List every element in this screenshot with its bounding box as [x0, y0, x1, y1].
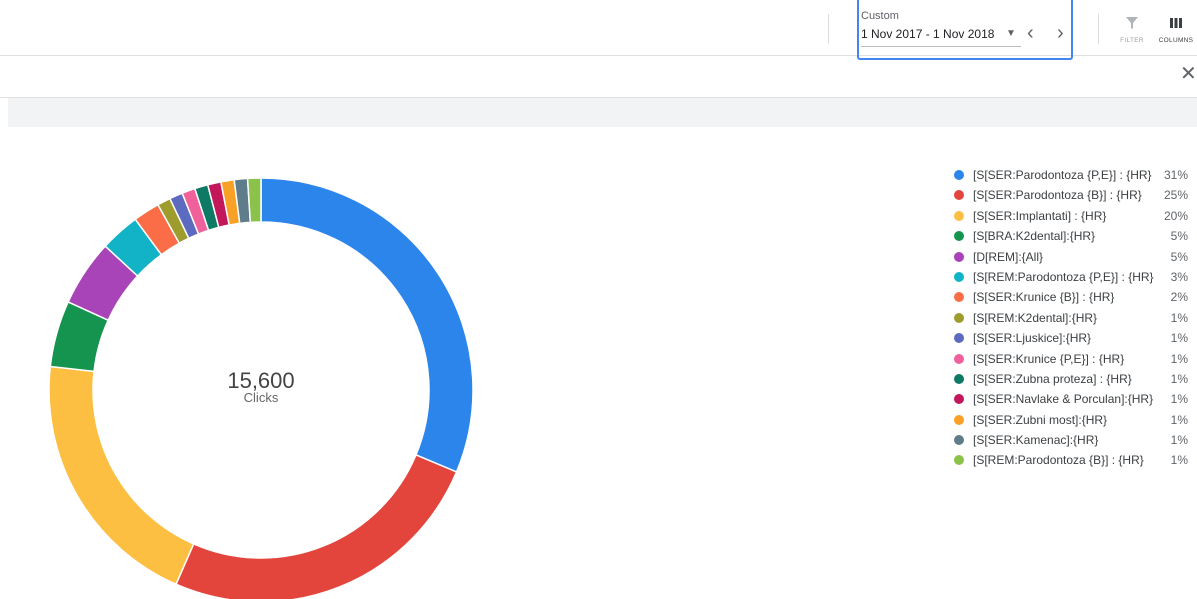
legend-percent: 1%	[1170, 453, 1188, 468]
legend-label: [S[SER:Kamenac]:{HR}	[973, 433, 1099, 448]
date-range-underline	[861, 46, 1021, 47]
toolbar-divider	[828, 14, 829, 44]
date-range-value[interactable]: 1 Nov 2017 - 1 Nov 2018	[861, 27, 994, 41]
close-icon[interactable]: ✕	[1180, 64, 1197, 84]
donut-slice[interactable]	[260, 177, 474, 473]
legend-item[interactable]: [S[BRA:K2dental]:{HR} 5%	[954, 229, 1188, 249]
legend-color-dot	[954, 414, 964, 425]
legend-color-dot	[954, 353, 964, 364]
date-range-label: Custom	[861, 10, 899, 22]
legend-color-dot	[954, 394, 964, 405]
legend-percent: 1%	[1170, 433, 1188, 448]
legend-label: [S[BRA:K2dental]:{HR}	[973, 229, 1096, 244]
legend-color-dot	[954, 373, 964, 384]
filter-label: FILTER	[1120, 37, 1144, 44]
legend-color-dot	[954, 170, 964, 180]
donut-slice[interactable]	[175, 453, 458, 599]
legend-color-dot	[954, 292, 964, 303]
legend-item[interactable]: [S[SER:Implantati] : {HR} 20%	[954, 209, 1188, 229]
legend-percent: 1%	[1170, 412, 1188, 427]
legend-label: [S[REM:Parodontoza {P,E}] : {HR}	[973, 269, 1154, 284]
legend-label: [S[REM:K2dental]:{HR}	[973, 310, 1098, 325]
legend-percent: 25%	[1163, 188, 1188, 203]
legend-item[interactable]: [S[SER:Krunice {P,E}] : {HR} 1%	[954, 352, 1188, 372]
legend-percent: 5%	[1170, 249, 1188, 264]
legend-item[interactable]: [S[SER:Krunice {B}] : {HR} 2%	[954, 290, 1188, 310]
legend-label: [S[SER:Krunice {B}] : {HR}	[973, 290, 1115, 305]
legend-percent: 1%	[1170, 331, 1188, 346]
columns-label: COLUMNS	[1158, 37, 1194, 44]
legend-percent: 20%	[1163, 208, 1188, 223]
legend-percent: 3%	[1170, 269, 1188, 284]
gray-band	[8, 98, 1197, 127]
filter-button[interactable]: FILTER	[1106, 16, 1158, 44]
legend-color-dot	[954, 435, 964, 446]
legend-color-dot	[954, 455, 964, 466]
filter-icon	[1126, 17, 1138, 29]
columns-button[interactable]: COLUMNS	[1155, 16, 1197, 44]
legend-percent: 1%	[1170, 310, 1188, 325]
toolbar: Custom 1 Nov 2017 - 1 Nov 2018 ▼ ‹ › FIL…	[0, 0, 1197, 60]
legend-percent: 31%	[1163, 168, 1188, 182]
legend-label: [S[SER:Implantati] : {HR}	[973, 208, 1107, 223]
previous-period-icon[interactable]: ‹	[1027, 22, 1034, 45]
toolbar-divider	[1098, 14, 1099, 44]
legend-percent: 5%	[1170, 229, 1188, 244]
legend-item[interactable]: [S[SER:Zubna proteza] : {HR} 1%	[954, 372, 1188, 392]
legend-label: [S[SER:Navlake & Porculan]:{HR}	[973, 392, 1154, 407]
legend-label: [S[SER:Zubna proteza] : {HR}	[973, 371, 1132, 386]
donut-slice[interactable]	[48, 365, 195, 586]
legend-color-dot	[954, 231, 964, 242]
dropdown-caret-icon[interactable]: ▼	[1006, 28, 1016, 39]
legend-percent: 2%	[1170, 290, 1188, 305]
donut-slice[interactable]	[246, 177, 262, 224]
legend-item[interactable]: [S[SER:Parodontoza {P,E}] : {HR} 31%	[954, 168, 1188, 188]
legend-item[interactable]: [S[SER:Navlake & Porculan]:{HR} 1%	[954, 392, 1188, 412]
legend-label: [S[REM:Parodontoza {B}] : {HR}	[973, 453, 1144, 468]
legend-item[interactable]: [S[REM:K2dental]:{HR} 1%	[954, 311, 1188, 331]
legend-color-dot	[954, 210, 964, 221]
legend-percent: 1%	[1170, 351, 1188, 366]
legend-percent: 1%	[1170, 392, 1188, 407]
legend-color-dot	[954, 333, 964, 344]
legend-color-dot	[954, 312, 964, 323]
legend-color-dot	[954, 251, 964, 262]
chart-legend: [S[SER:Parodontoza {P,E}] : {HR} 31% [S[SE…	[954, 168, 1188, 474]
legend-label: [D[REM]:{All}	[973, 249, 1044, 264]
legend-item[interactable]: [S[SER:Parodontoza {B}] : {HR} 25%	[954, 188, 1188, 208]
legend-item[interactable]: [S[REM:Parodontoza {P,E}] : {HR} 3%	[954, 270, 1188, 290]
date-range-picker[interactable]: Custom 1 Nov 2017 - 1 Nov 2018 ▼ ‹ ›	[857, 0, 1073, 60]
legend-color-dot	[954, 190, 964, 201]
legend-percent: 1%	[1170, 371, 1188, 386]
legend-item[interactable]: [S[SER:Ljuskice]:{HR} 1%	[954, 331, 1188, 351]
total-clicks-label: Clicks	[243, 390, 279, 405]
legend-item[interactable]: [D[REM]:{All} 5%	[954, 250, 1188, 270]
legend-item[interactable]: [S[SER:Kamenac]:{HR} 1%	[954, 433, 1188, 453]
legend-label: [S[SER:Ljuskice]:{HR}	[973, 331, 1092, 346]
legend-item[interactable]: [S[SER:Zubni most]:{HR} 1%	[954, 413, 1188, 433]
legend-label: [S[SER:Parodontoza {B}] : {HR}	[973, 188, 1142, 203]
donut-chart	[48, 177, 474, 599]
legend-item[interactable]: [S[REM:Parodontoza {B}] : {HR} 1%	[954, 453, 1188, 473]
legend-label: [S[SER:Parodontoza {P,E}] : {HR}	[973, 168, 1152, 182]
legend-label: [S[SER:Krunice {P,E}] : {HR}	[973, 351, 1125, 366]
next-period-icon[interactable]: ›	[1057, 22, 1064, 45]
legend-color-dot	[954, 271, 964, 282]
legend-label: [S[SER:Zubni most]:{HR}	[973, 412, 1108, 427]
columns-icon	[1170, 18, 1182, 28]
